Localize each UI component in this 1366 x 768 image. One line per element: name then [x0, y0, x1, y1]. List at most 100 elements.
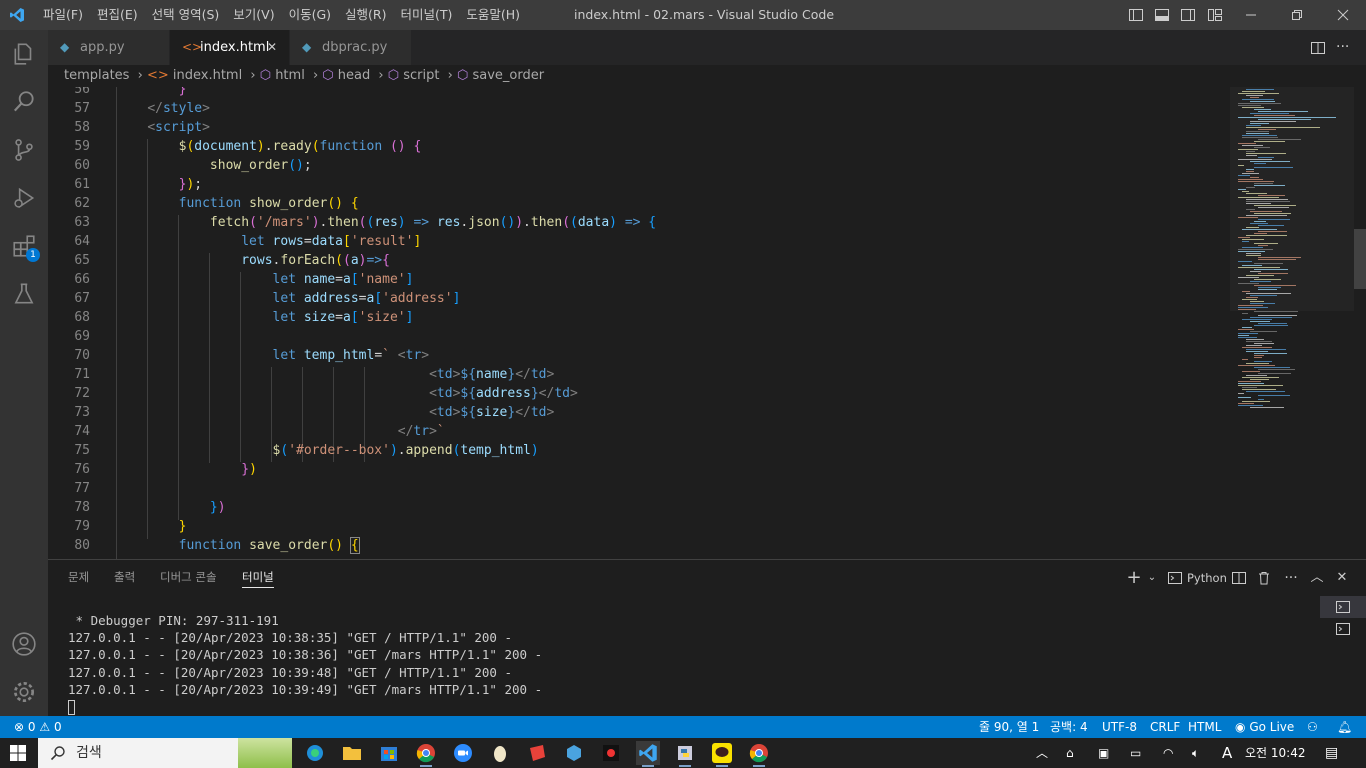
manage-button[interactable] — [0, 668, 48, 716]
tab-dbprac-py[interactable]: ◆ dbprac.py — [290, 30, 412, 65]
indentation-status[interactable]: 공백: 4 — [1050, 716, 1088, 738]
more-actions-icon[interactable]: ··· — [1283, 570, 1299, 586]
minimap-line — [1242, 145, 1263, 146]
scrollbar-thumb[interactable] — [1354, 229, 1366, 289]
minimap-line — [1258, 139, 1301, 140]
taskbar-chrome-2[interactable] — [747, 741, 771, 767]
breadcrumb-item-script[interactable]: script — [403, 68, 439, 83]
extensions-button[interactable]: 1 — [0, 222, 48, 270]
toggle-panel-icon[interactable] — [1154, 7, 1170, 23]
source-control-button[interactable] — [0, 126, 48, 174]
breadcrumb-item-head[interactable]: head — [338, 68, 370, 83]
minimap-line — [1258, 111, 1308, 112]
search-button[interactable] — [0, 78, 48, 126]
tray-show-hidden-icon[interactable]: ︿ — [1036, 738, 1048, 768]
minimap[interactable] — [1230, 87, 1354, 559]
taskbar-app-cube[interactable] — [562, 741, 586, 765]
editor-scrollbar[interactable] — [1354, 87, 1366, 559]
windows-start-icon[interactable] — [10, 745, 26, 761]
breadcrumb-item-html[interactable]: html — [275, 68, 305, 83]
menu-selection[interactable]: 선택 영역(S) — [145, 0, 227, 30]
taskbar-app-dark[interactable] — [599, 741, 623, 765]
taskbar-app-egg[interactable] — [488, 741, 512, 765]
taskbar-kakaotalk[interactable] — [710, 741, 734, 767]
minimap-line — [1250, 123, 1269, 124]
cursor-position[interactable]: 줄 90, 열 1 — [979, 716, 1039, 738]
explorer-button[interactable] — [0, 30, 48, 78]
minimap-line — [1258, 231, 1287, 232]
taskbar-file-explorer[interactable] — [340, 741, 364, 765]
split-editor-icon[interactable] — [1310, 40, 1326, 56]
menu-terminal[interactable]: 터미널(T) — [394, 0, 460, 30]
tray-notifications-icon[interactable]: ▤ — [1325, 738, 1338, 768]
customize-layout-icon[interactable] — [1207, 7, 1223, 23]
menu-edit[interactable]: 편집(E) — [90, 0, 145, 30]
tab-index-html[interactable]: <> index.html ✕ — [170, 30, 290, 65]
tab-label: index.html — [200, 40, 270, 55]
new-terminal-plus-icon[interactable]: + — [1126, 569, 1142, 587]
taskbar-vscode[interactable] — [636, 741, 660, 767]
language-mode[interactable]: HTML — [1188, 716, 1221, 738]
split-terminal-icon[interactable] — [1231, 570, 1247, 586]
taskbar-chrome-1[interactable] — [414, 741, 438, 767]
tray-volume-icon[interactable]: 🔈︎ — [1192, 738, 1199, 768]
close-tab-icon[interactable]: ✕ — [267, 30, 277, 65]
code-line: </tr>` — [397, 424, 445, 439]
run-debug-button[interactable] — [0, 174, 48, 222]
close-window-button[interactable] — [1320, 0, 1366, 30]
taskbar-store[interactable] — [377, 741, 401, 765]
toggle-primary-sidebar-icon[interactable] — [1128, 7, 1144, 23]
restore-button[interactable] — [1274, 0, 1320, 30]
maximize-panel-icon[interactable]: ︿ — [1309, 570, 1325, 586]
tray-clock[interactable]: 오전 10:42 — [1245, 738, 1305, 768]
testing-button[interactable] — [0, 270, 48, 318]
taskbar-task-view[interactable] — [303, 741, 327, 765]
taskbar-search-box[interactable]: 검색 — [38, 738, 292, 768]
minimap-line — [1258, 129, 1276, 130]
menu-go[interactable]: 이동(G) — [282, 0, 338, 30]
terminal-profile-label[interactable]: Python — [1187, 560, 1227, 596]
minimize-button[interactable] — [1228, 0, 1274, 30]
terminal-output[interactable]: * Debugger PIN: 297-311-191 127.0.0.1 - -… — [68, 612, 542, 716]
tab-app-py[interactable]: ◆ app.py — [48, 30, 170, 65]
minimap-line — [1246, 95, 1263, 96]
menu-file[interactable]: 파일(F) — [36, 0, 90, 30]
taskbar-app-red[interactable] — [525, 741, 549, 765]
chevron-down-icon[interactable]: ⌄ — [1144, 570, 1160, 586]
problems-status[interactable]: ⊗ 0 ⚠ 0 — [14, 716, 62, 738]
minimap-line — [1250, 177, 1259, 178]
tray-battery-icon[interactable]: ▭ — [1130, 738, 1141, 768]
tray-ime-indicator[interactable]: A — [1222, 738, 1232, 768]
trash-icon[interactable] — [1256, 570, 1272, 586]
tray-device-icon[interactable]: ▣ — [1098, 738, 1109, 768]
tray-meet-icon[interactable]: ⌂ — [1066, 738, 1074, 768]
menu-run[interactable]: 실행(R) — [338, 0, 393, 30]
breadcrumb-item-save-order[interactable]: save_order — [472, 68, 544, 83]
toggle-secondary-sidebar-icon[interactable] — [1180, 7, 1196, 23]
notifications-bell-icon[interactable]: 🔔︎ — [1337, 716, 1352, 738]
eol-status[interactable]: CRLF — [1150, 716, 1180, 738]
taskbar-python[interactable] — [673, 741, 697, 767]
panel-tab-terminal[interactable]: 터미널 — [242, 560, 274, 588]
panel-tab-output[interactable]: 출력 — [114, 560, 135, 595]
terminal-instance-1[interactable] — [1320, 596, 1366, 618]
run-debug-icon — [14, 187, 35, 209]
code-editor[interactable]: 56 57 58 59 60 61 62 63 64 65 66 67 68 6… — [48, 87, 1230, 559]
feedback-icon[interactable]: ⚇ — [1307, 716, 1318, 738]
close-panel-icon[interactable]: ✕ — [1334, 570, 1350, 586]
panel-tab-problems[interactable]: 문제 — [68, 560, 89, 595]
menu-help[interactable]: 도움말(H) — [459, 0, 527, 30]
breadcrumb-item-templates[interactable]: templates — [64, 68, 129, 83]
go-live-button[interactable]: ◉ Go Live — [1235, 716, 1294, 738]
menu-view[interactable]: 보기(V) — [226, 0, 281, 30]
encoding-status[interactable]: UTF-8 — [1102, 716, 1137, 738]
panel-tab-debug-console[interactable]: 디버그 콘솔 — [160, 560, 217, 595]
taskbar-zoom-app[interactable] — [451, 741, 475, 765]
minimap-line — [1258, 225, 1284, 226]
more-actions-icon[interactable]: ··· — [1336, 30, 1349, 65]
terminal-icon — [1336, 601, 1350, 613]
tray-wifi-icon[interactable]: ◠ — [1163, 738, 1173, 768]
terminal-instance-2[interactable] — [1320, 618, 1366, 640]
breadcrumb-item-index-html[interactable]: index.html — [173, 68, 242, 83]
accounts-button[interactable] — [0, 620, 48, 668]
